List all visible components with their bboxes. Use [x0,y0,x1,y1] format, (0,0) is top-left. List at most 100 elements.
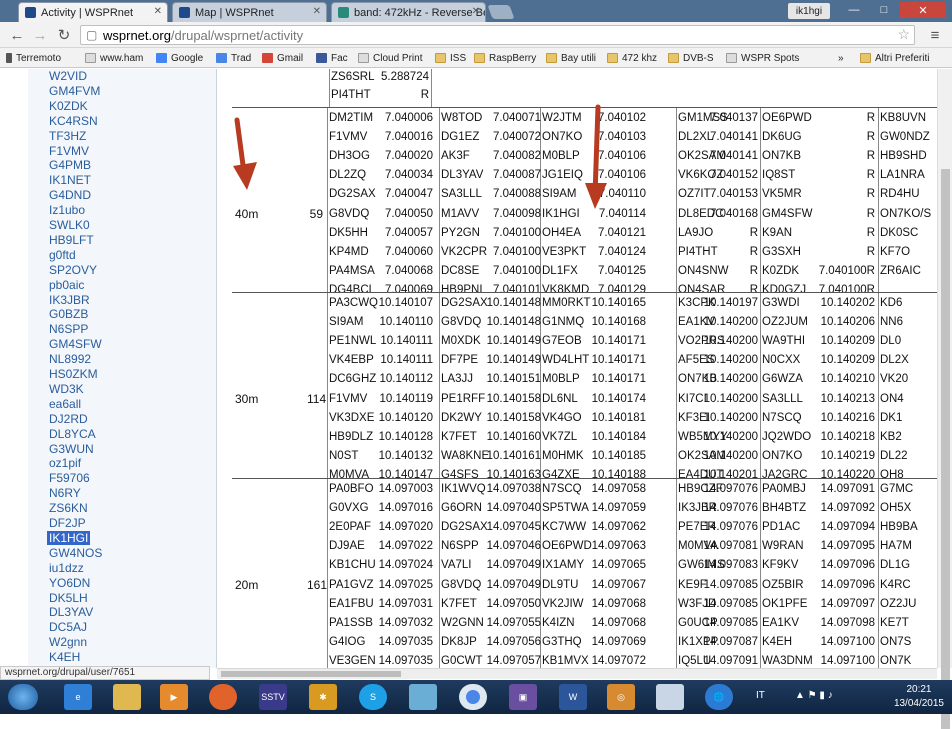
sidebar-user-link[interactable]: IK1HGI [47,530,91,545]
new-tab-button[interactable] [487,5,515,19]
floppy-app-icon[interactable]: ▣ [509,684,537,710]
chrome-icon[interactable] [459,684,487,710]
callsign[interactable]: G3WDI [762,296,800,311]
callsign[interactable]: K7FET [441,430,477,445]
callsign[interactable]: KE7T [880,616,909,631]
callsign[interactable]: WA3DNM [762,654,813,668]
callsign[interactable]: GW0NDZ [880,130,930,145]
callsign[interactable]: HA7M [880,539,912,554]
sidebar-user-link[interactable]: F59706 [49,471,90,485]
callsign[interactable]: SI9AM [329,315,364,330]
callsign[interactable]: DL2ZQ [329,168,366,183]
callsign[interactable]: VK20 [880,372,908,387]
callsign[interactable]: MM0RKT [542,296,591,311]
sidebar-user-link[interactable]: SWLK0 [49,218,90,232]
callsign[interactable]: PA0MBJ [762,482,806,497]
callsign[interactable]: VK2JIW [542,597,584,612]
callsign[interactable]: G4IOG [329,635,365,650]
callsign[interactable]: PA1GVZ [329,578,374,593]
callsign[interactable]: PA1SSB [329,616,373,631]
sidebar-user-link[interactable]: DC5AJ [49,620,87,634]
globe-app-icon[interactable]: 🌐 [705,684,733,710]
spark-app-icon[interactable]: ✱ [309,684,337,710]
callsign[interactable]: PA4MSA [329,264,375,279]
callsign[interactable]: PD1AC [762,520,800,535]
sidebar-user-link[interactable]: W2VID [49,69,87,83]
callsign[interactable]: DK0SC [880,226,918,241]
callsign[interactable]: 2E0PAF [329,520,371,535]
bookmark-star-icon[interactable]: ☆ [897,26,910,43]
sidebar-user-link[interactable]: DF2JP [49,516,86,530]
callsign[interactable]: K4EH [762,635,792,650]
sidebar-user-link[interactable]: DJ2RD [49,412,88,426]
sidebar-user-link[interactable]: G4PMB [49,158,91,172]
callsign[interactable]: DK2WY [441,411,482,426]
callsign[interactable]: OZ2JU [880,597,916,612]
callsign[interactable]: OH5X [880,501,911,516]
callsign[interactable]: EA1KV [762,616,799,631]
callsign[interactable]: DC8SE [441,264,479,279]
callsign[interactable]: G8VDQ [441,315,481,330]
bookmark-bay-utili[interactable]: Bay utili [546,51,596,65]
firefox-icon[interactable] [209,684,237,710]
callsign[interactable]: G3SXH [762,245,801,260]
sidebar-user-link[interactable]: GM4SFW [49,337,102,351]
scroll-thumb[interactable] [221,671,401,677]
callsign[interactable]: OZ7IT [678,187,711,202]
callsign[interactable]: G6ORN [441,501,482,516]
sidebar-user-link[interactable]: g0ftd [49,248,76,262]
callsign[interactable]: HB9SHD [880,149,927,164]
callsign[interactable]: K4IZN [542,616,575,631]
callsign[interactable]: DF7PE [441,353,478,368]
callsign[interactable]: M0BLP [542,372,580,387]
callsign[interactable]: VE3GEN [329,654,376,668]
callsign[interactable]: KB1MVX [542,654,589,668]
callsign[interactable]: M1AVV [441,207,479,222]
callsign[interactable]: ON7S [880,635,911,650]
callsign[interactable]: PE1NWL [329,334,376,349]
bookmark-fac[interactable]: Fac [316,51,348,65]
sidebar-user-link[interactable]: HB9LFT [49,233,94,247]
callsign[interactable]: KB1CHU [329,558,376,573]
callsign[interactable]: M0XDK [441,334,481,349]
callsign[interactable]: PE1RFF [441,392,485,407]
callsign[interactable]: ON4 [880,392,904,407]
bookmarks-overflow-chevron-icon[interactable]: » [838,51,844,65]
minimize-button[interactable]: — [840,2,868,18]
callsign[interactable]: RD4HU [880,187,920,202]
user-profile-tag[interactable]: ik1hgi [788,3,830,19]
internet-explorer-icon[interactable]: e [64,684,92,710]
sidebar-user-link[interactable]: oz1pif [49,456,81,470]
close-tab-icon[interactable]: ✕ [313,6,321,17]
sidebar-user-link[interactable]: DL3YAV [49,605,93,619]
callsign[interactable]: W2JTM [542,111,582,126]
callsign[interactable]: NN6 [880,315,903,330]
system-tray-icons[interactable]: ▲ ⚑ ▮ ♪ [795,690,833,701]
sidebar-user-link[interactable]: W2gnn [49,635,87,649]
bookmark-gmail[interactable]: Gmail [262,51,303,65]
tab-map[interactable]: Map | WSPRnet ✕ [172,2,327,22]
callsign[interactable]: PA0BFO [329,482,374,497]
callsign[interactable]: HB9DLZ [329,430,373,445]
callsign[interactable]: DL1G [880,558,910,573]
language-indicator[interactable]: IT [756,690,765,701]
forward-arrow-icon[interactable]: → [31,26,49,44]
skype-icon[interactable]: S [359,684,387,710]
callsign[interactable]: OK1PFE [762,597,807,612]
sstv-app-icon[interactable]: SSTV [259,684,287,710]
maximize-button[interactable]: □ [870,2,898,18]
callsign[interactable]: ON7K [880,654,911,668]
callsign[interactable]: DG2SAX [441,296,488,311]
sidebar-user-link[interactable]: N6RY [49,486,81,500]
callsign[interactable]: K9AN [762,226,792,241]
callsign[interactable]: ZS6SRL [331,70,374,85]
close-tab-icon[interactable]: ✕ [472,6,480,17]
reload-icon[interactable]: ↻ [55,26,73,44]
callsign[interactable]: ON7KO [542,130,582,145]
callsign[interactable]: WA8KNE [441,449,489,464]
callsign[interactable]: ON7KB [762,149,801,164]
callsign[interactable]: W8TOD [441,111,482,126]
callsign[interactable]: DL3YAV [441,168,483,183]
tab-activity[interactable]: Activity | WSPRnet ✕ [18,2,168,22]
sidebar-user-link[interactable]: NL8992 [49,352,91,366]
